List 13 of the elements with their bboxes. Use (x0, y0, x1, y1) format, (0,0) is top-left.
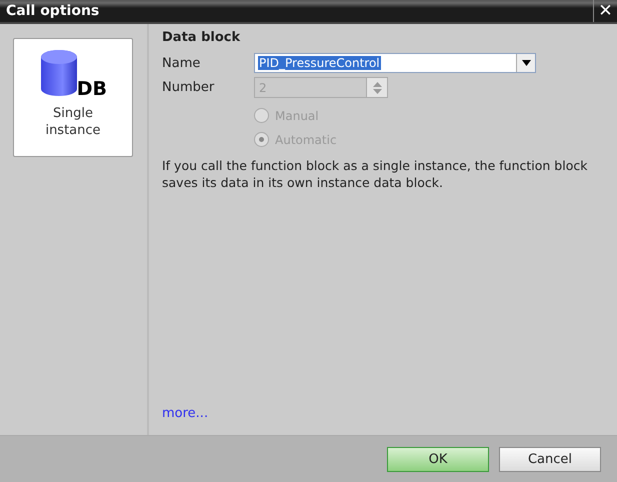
dropdown-arrow-icon (522, 60, 530, 66)
window-title: Call options (5, 3, 100, 19)
more-link[interactable]: more... (162, 406, 208, 421)
field-label: Number (162, 80, 216, 95)
single-instance-button[interactable]: DB Single instance (13, 38, 133, 157)
field-label: Name (162, 56, 202, 70)
close-button[interactable]: ✕ (593, 0, 617, 22)
spin-arrows-icon (372, 80, 382, 94)
section-title: Data block (162, 30, 242, 45)
dialog-button[interactable]: OK (387, 446, 489, 472)
dialog-button[interactable]: Cancel (499, 446, 601, 472)
name-dropdown[interactable]: PID_PressureControl (254, 53, 536, 73)
description-text: If you call the function block as a single instance, the function block saves its data in its own instance data block. (162, 157, 588, 191)
